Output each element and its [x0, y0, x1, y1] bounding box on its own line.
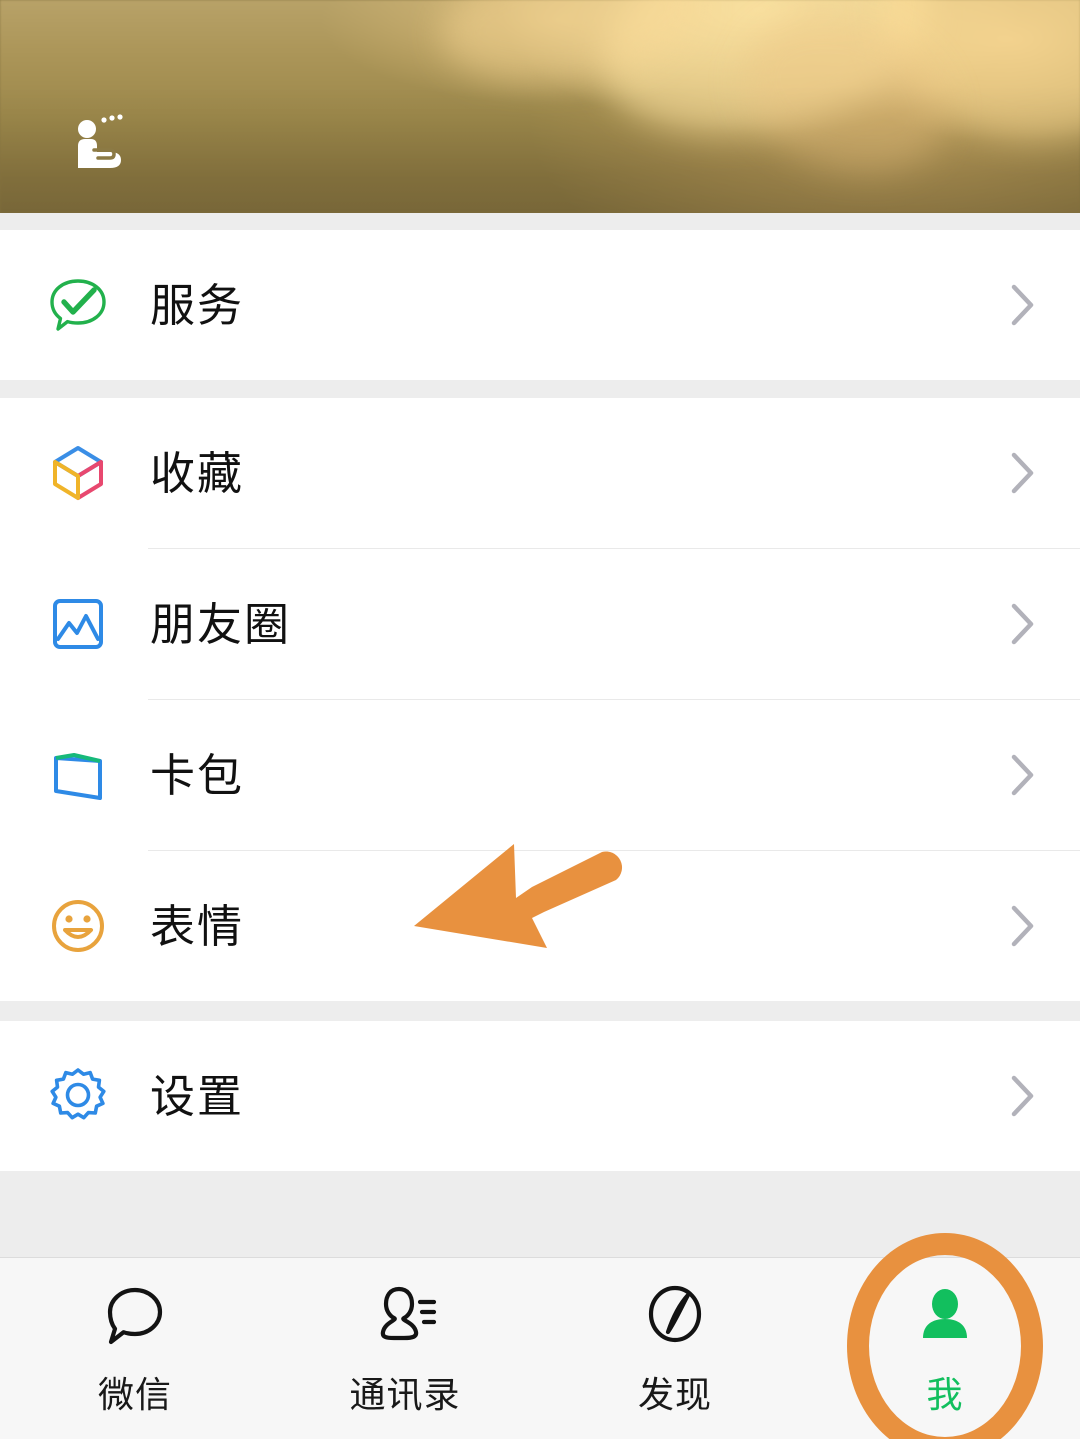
chevron-right-icon — [1010, 904, 1036, 948]
tab-label: 发现 — [637, 1375, 712, 1416]
tab-chats[interactable]: 微信 — [0, 1258, 270, 1439]
tab-label: 微信 — [97, 1375, 172, 1416]
row-label: 收藏 — [150, 446, 245, 500]
section-services: 服务 — [0, 230, 1080, 380]
compass-icon — [638, 1280, 712, 1354]
chat-bubble-icon — [98, 1280, 172, 1354]
row-moments[interactable]: 朋友圈 — [0, 549, 1080, 699]
person-filled-icon — [908, 1280, 982, 1354]
gear-settings-icon — [44, 1062, 112, 1130]
tab-label: 我 — [926, 1375, 964, 1416]
section-settings: 设置 — [0, 1021, 1080, 1171]
section-gap — [0, 1001, 1080, 1021]
row-stickers[interactable]: 表情 — [0, 851, 1080, 1001]
row-cards[interactable]: 卡包 — [0, 700, 1080, 850]
tab-me[interactable]: 我 — [810, 1233, 1080, 1439]
chevron-right-icon — [1010, 451, 1036, 495]
wechat-me-screen: 服务 收藏 朋友圈 卡包 表情 设置 微信 通讯录 发现 我 — [0, 0, 1080, 1439]
row-favorites[interactable]: 收藏 — [0, 398, 1080, 548]
smiley-stickers-icon — [44, 892, 112, 960]
chevron-right-icon — [1010, 1074, 1036, 1118]
row-label: 服务 — [150, 278, 245, 332]
profile-header[interactable] — [0, 0, 1080, 213]
tab-contacts[interactable]: 通讯录 — [270, 1258, 540, 1439]
row-label: 朋友圈 — [150, 597, 292, 651]
chevron-right-icon — [1010, 753, 1036, 797]
row-settings[interactable]: 设置 — [0, 1021, 1080, 1171]
photo-moments-icon — [44, 590, 112, 658]
section-content: 收藏 朋友圈 卡包 表情 — [0, 398, 1080, 1001]
header-vignette — [0, 0, 1080, 213]
row-label: 卡包 — [150, 748, 245, 802]
section-gap — [0, 213, 1080, 230]
section-gap — [0, 380, 1080, 398]
tab-label: 通讯录 — [349, 1375, 461, 1416]
person-lying-icon[interactable] — [64, 112, 134, 174]
bottom-gap — [0, 1171, 1080, 1240]
contacts-person-icon — [368, 1280, 442, 1354]
chevron-right-icon — [1010, 283, 1036, 327]
row-service[interactable]: 服务 — [0, 230, 1080, 380]
row-label: 设置 — [150, 1069, 245, 1123]
wallet-cards-icon — [44, 741, 112, 809]
cube-favorites-icon — [44, 439, 112, 507]
bottom-tab-bar: 微信 通讯录 发现 我 — [0, 1233, 1080, 1439]
chevron-right-icon — [1010, 602, 1036, 646]
tab-discover[interactable]: 发现 — [540, 1258, 810, 1439]
service-check-bubble-icon — [44, 271, 112, 339]
row-label: 表情 — [150, 899, 245, 953]
